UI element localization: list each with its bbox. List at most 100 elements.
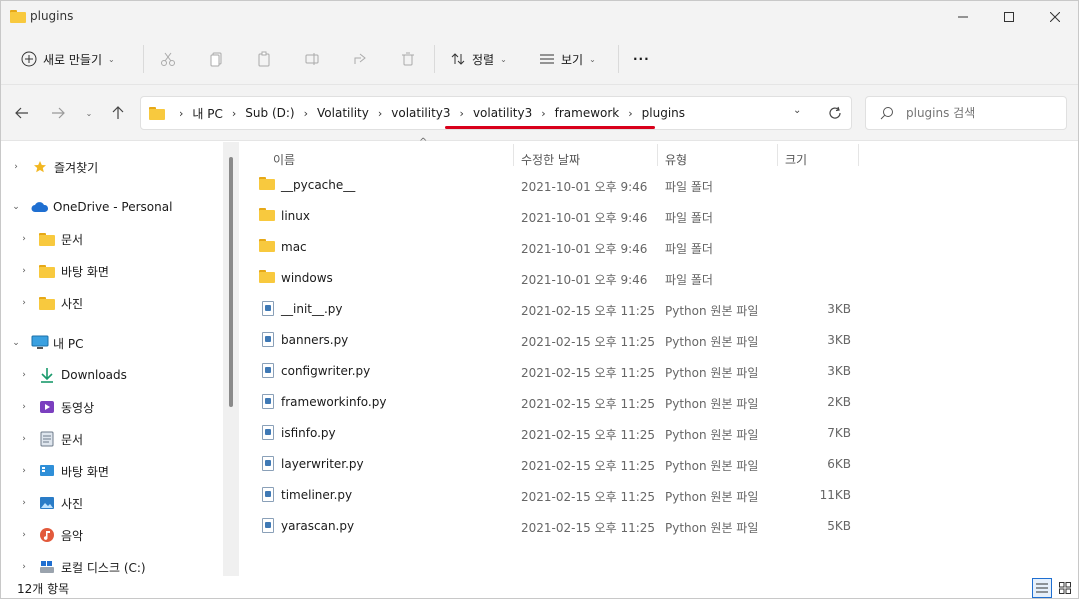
file-name: frameworkinfo.py [281, 395, 387, 409]
column-divider[interactable] [777, 144, 778, 166]
file-row[interactable]: linux 2021-10-01 오후 9:46 파일 폴더 [255, 201, 859, 231]
file-row[interactable]: __init__.py 2021-02-15 오후 11:25 Python 원본 … [255, 294, 859, 324]
chevron-down-icon[interactable]: ⌄ [10, 338, 22, 348]
nav-item-onedrive-desktop[interactable]: › 바탕 화면 [1, 256, 229, 286]
file-explorer-window: plugins 새로 만들기 ⌄ 정렬 ⌄ 보기 ⌄ ··· ⌄ › 내 PC … [0, 0, 1079, 599]
python-file-icon [262, 425, 280, 441]
paste-button[interactable] [252, 47, 276, 71]
back-button[interactable] [10, 101, 34, 125]
column-header-name[interactable]: ^ 이름 [273, 137, 509, 167]
chevron-right-icon[interactable]: › [18, 234, 30, 244]
nav-item-onedrive-pictures[interactable]: › 사진 [1, 288, 229, 318]
share-button[interactable] [348, 47, 372, 71]
file-date: 2021-10-01 오후 9:46 [521, 242, 648, 256]
breadcrumb-item[interactable]: Sub (D:) [242, 106, 297, 120]
file-date: 2021-02-15 오후 11:25 [521, 459, 656, 473]
nav-item-this-pc[interactable]: ⌄ 내 PC [1, 328, 229, 358]
share-icon [354, 53, 366, 64]
sidebar-scrollbar-thumb[interactable] [229, 157, 233, 407]
column-divider[interactable] [657, 144, 658, 166]
copy-button[interactable] [204, 47, 228, 71]
cut-button[interactable] [156, 47, 180, 71]
sort-button[interactable]: 정렬 ⌄ [450, 45, 507, 73]
tiles-view-button[interactable] [1055, 578, 1075, 598]
file-row[interactable]: frameworkinfo.py 2021-02-15 오후 11:25 Pytho… [255, 387, 859, 417]
rename-button[interactable] [300, 47, 324, 71]
nav-label: 음악 [61, 528, 84, 543]
nav-item-videos[interactable]: › 동영상 [1, 392, 229, 422]
chevron-right-icon[interactable]: › [18, 530, 30, 540]
file-row[interactable]: isfinfo.py 2021-02-15 오후 11:25 Python 원본 파… [255, 418, 859, 448]
chevron-right-icon[interactable]: › [18, 498, 30, 508]
breadcrumb-item[interactable]: volatility3 [470, 106, 535, 120]
folder-icon [259, 239, 277, 255]
new-button[interactable]: 새로 만들기 ⌄ [15, 45, 121, 73]
file-name: __init__.py [281, 302, 343, 316]
nav-item-documents[interactable]: › 문서 [1, 424, 229, 454]
file-row[interactable]: windows 2021-10-01 오후 9:46 파일 폴더 [255, 263, 859, 293]
delete-button[interactable] [396, 47, 420, 71]
file-row[interactable]: __pycache__ 2021-10-01 오후 9:46 파일 폴더 [255, 170, 859, 200]
column-header-size[interactable]: 크기 [785, 142, 857, 167]
file-type: Python 원본 파일 [665, 459, 759, 473]
file-row[interactable]: layerwriter.py 2021-02-15 오후 11:25 Python … [255, 449, 859, 479]
nav-item-pictures[interactable]: › 사진 [1, 488, 229, 518]
file-row[interactable]: banners.py 2021-02-15 오후 11:25 Python 원본 파… [255, 325, 859, 355]
chevron-right-icon[interactable]: › [18, 434, 30, 444]
chevron-right-icon[interactable]: › [18, 266, 30, 276]
file-date: 2021-02-15 오후 11:25 [521, 397, 656, 411]
view-button[interactable]: 보기 ⌄ [539, 45, 596, 73]
nav-item-downloads[interactable]: › Downloads [1, 360, 229, 390]
nav-item-music[interactable]: › 음악 [1, 520, 229, 550]
close-button[interactable] [1032, 1, 1078, 33]
recent-locations-button[interactable]: ⌄ [77, 101, 101, 125]
breadcrumb-item[interactable]: plugins [639, 106, 688, 120]
chevron-down-icon[interactable]: ⌄ [10, 202, 22, 212]
file-row[interactable]: mac 2021-10-01 오후 9:46 파일 폴더 [255, 232, 859, 262]
breadcrumb-item[interactable]: framework [552, 106, 623, 120]
more-icon: ··· [633, 52, 650, 66]
minimize-icon [958, 16, 968, 18]
chevron-right-icon[interactable]: › [18, 298, 30, 308]
chevron-right-icon[interactable]: › [18, 562, 30, 572]
search-input[interactable] [906, 104, 1056, 122]
nav-item-onedrive[interactable]: ⌄ OneDrive - Personal [1, 192, 229, 222]
nav-item-onedrive-documents[interactable]: › 문서 [1, 224, 229, 254]
search-icon [880, 106, 894, 123]
chevron-right-icon: › [377, 106, 383, 120]
details-view-button[interactable] [1032, 578, 1052, 598]
file-row[interactable]: timeliner.py 2021-02-15 오후 11:25 Python 원본… [255, 480, 859, 510]
nav-item-local-disk-c[interactable]: › 로컬 디스크 (C:) [1, 552, 229, 576]
refresh-button[interactable] [825, 103, 845, 123]
chevron-right-icon[interactable]: › [18, 370, 30, 380]
minimize-button[interactable] [940, 1, 986, 33]
up-button[interactable] [106, 101, 130, 125]
column-header-date[interactable]: 수정한 날짜 [521, 142, 657, 167]
sort-label: 정렬 [472, 52, 495, 67]
breadcrumb-item[interactable]: 내 PC [189, 105, 225, 122]
column-divider[interactable] [513, 144, 514, 166]
column-header-type[interactable]: 유형 [665, 142, 775, 167]
folder-icon [38, 263, 56, 279]
breadcrumb-item[interactable]: volatility3 [388, 106, 453, 120]
file-name: isfinfo.py [281, 426, 336, 440]
file-row[interactable]: yarascan.py 2021-02-15 오후 11:25 Python 원본 … [255, 511, 859, 541]
chevron-right-icon[interactable]: › [18, 402, 30, 412]
nav-label: 동영상 [61, 400, 95, 415]
breadcrumb-item[interactable]: Volatility [314, 106, 372, 120]
more-options-button[interactable]: ··· [633, 45, 650, 73]
file-name: timeliner.py [281, 488, 353, 502]
chevron-right-icon[interactable]: › [18, 466, 30, 476]
address-history-dropdown[interactable]: ⌄ [793, 105, 801, 116]
arrow-left-icon [15, 107, 28, 119]
maximize-button[interactable] [986, 1, 1032, 33]
column-divider[interactable] [858, 144, 859, 166]
forward-button[interactable] [46, 101, 70, 125]
nav-item-desktop[interactable]: › 바탕 화면 [1, 456, 229, 486]
nav-item-favorites[interactable]: › 즐겨찾기 [1, 152, 229, 182]
file-size: 6KB [827, 457, 851, 471]
file-row[interactable]: configwriter.py 2021-02-15 오후 11:25 Python… [255, 356, 859, 386]
address-bar[interactable]: › 내 PC › Sub (D:) › Volatility › volatil… [140, 96, 852, 130]
chevron-right-icon[interactable]: › [10, 162, 22, 172]
chevron-down-icon: ⌄ [85, 108, 93, 118]
